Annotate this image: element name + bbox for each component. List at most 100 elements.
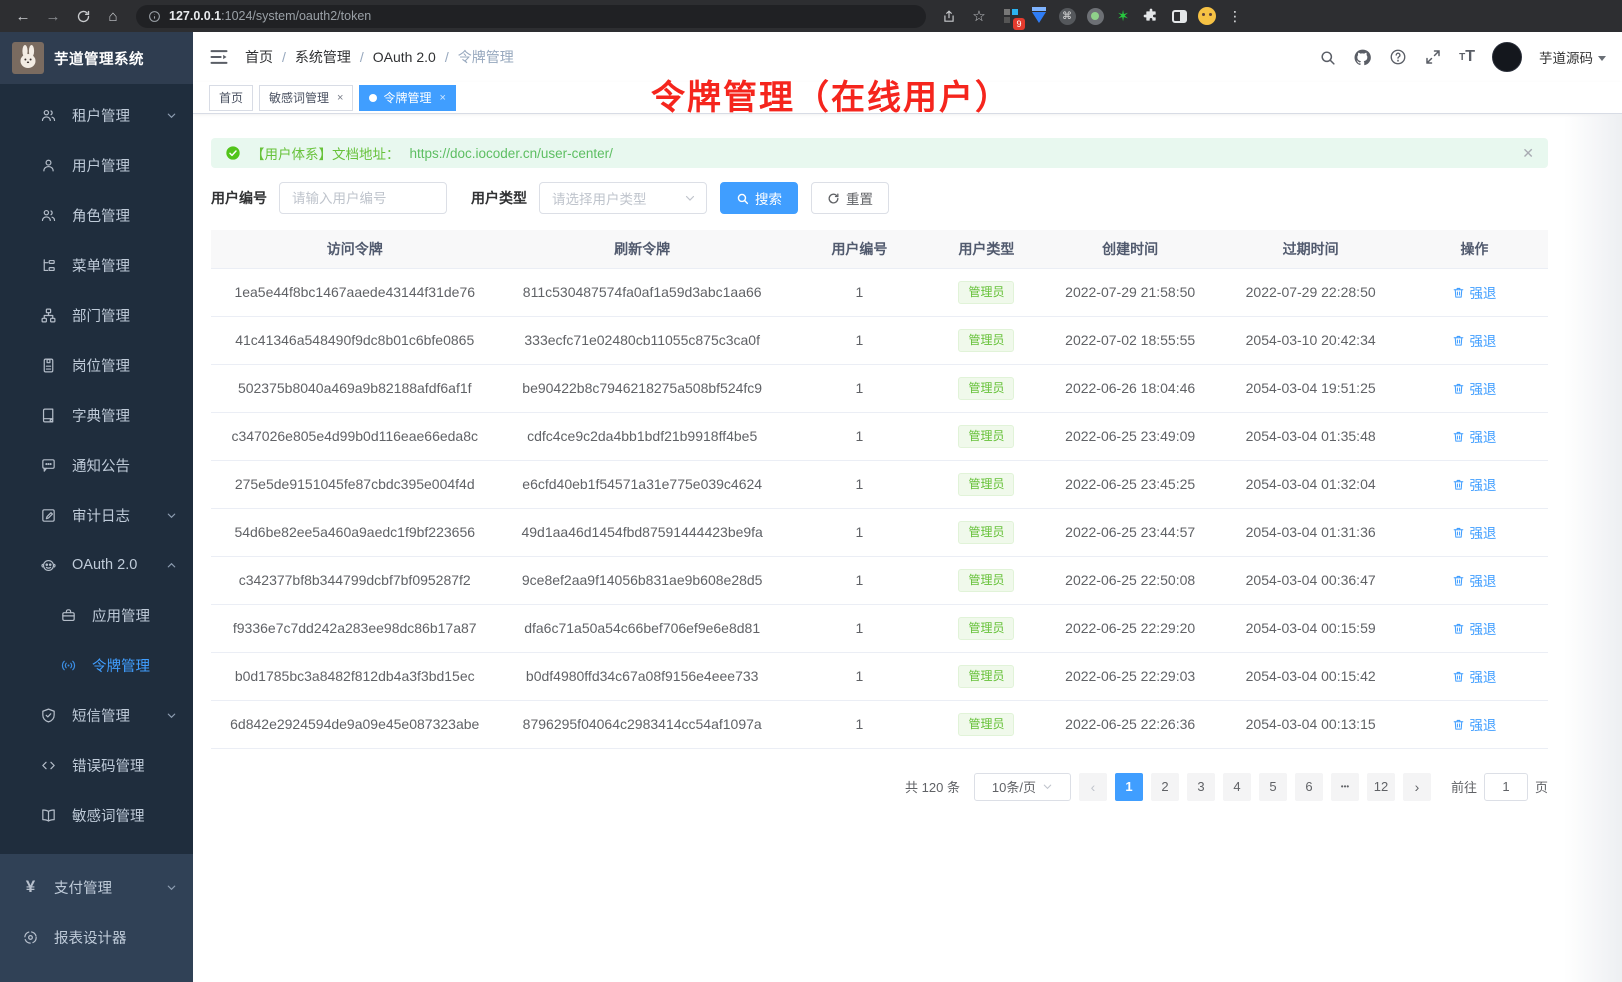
back-icon[interactable]: ← (10, 4, 36, 28)
user-type-tag: 管理员 (958, 329, 1014, 352)
user-type-cell: 管理员 (933, 700, 1040, 748)
trash-icon (1452, 478, 1465, 491)
avatar[interactable] (1492, 42, 1522, 72)
search-button[interactable]: 搜索 (720, 182, 798, 214)
profile-emoji-icon[interactable] (1198, 7, 1216, 25)
goto-page-input[interactable] (1484, 773, 1528, 801)
alert-doc-link[interactable]: https://doc.iocoder.cn/user-center/ (410, 146, 613, 161)
browser-menu-icon[interactable]: ⋮ (1226, 7, 1244, 25)
breadcrumb-separator: / (360, 49, 364, 65)
force-logout-button[interactable]: 强退 (1452, 570, 1496, 590)
page-button-2[interactable]: 2 (1151, 773, 1179, 801)
reset-button[interactable]: 重置 (811, 182, 889, 214)
force-logout-button[interactable]: 强退 (1452, 666, 1496, 686)
sidebar-item-yen-15[interactable]: ¥支付管理 (0, 862, 193, 912)
bookmark-star-icon[interactable]: ☆ (966, 4, 992, 28)
extension-star-icon[interactable]: ✶ (1114, 7, 1132, 25)
user-type-select[interactable]: 请选择用户类型 (539, 182, 707, 214)
fullscreen-icon[interactable] (1424, 48, 1442, 66)
user-type-tag: 管理员 (958, 713, 1014, 736)
tab-1[interactable]: 首页 (209, 85, 253, 111)
action-cell: 强退 (1401, 268, 1548, 316)
puzzle-extensions-icon[interactable] (1142, 7, 1160, 25)
home-icon[interactable]: ⌂ (100, 4, 126, 28)
share-icon[interactable] (936, 4, 962, 28)
sidebar-item-users-2[interactable]: 角色管理 (0, 190, 193, 240)
sidebar-item-tree-3[interactable]: 菜单管理 (0, 240, 193, 290)
side-panel-icon[interactable] (1170, 7, 1188, 25)
extension-record-icon[interactable] (1086, 7, 1104, 25)
page-button-12[interactable]: 12 (1367, 773, 1395, 801)
page-button-3[interactable]: 3 (1187, 773, 1215, 801)
force-logout-button[interactable]: 强退 (1452, 714, 1496, 734)
access-cell: c347026e805e4d99b0d116eae66eda8c (211, 412, 498, 460)
force-logout-button[interactable]: 强退 (1452, 282, 1496, 302)
sidebar-item-shield-12[interactable]: 短信管理 (0, 690, 193, 740)
force-logout-button[interactable]: 强退 (1452, 474, 1496, 494)
sidebar-item-open-book-14[interactable]: 敏感词管理 (0, 790, 193, 840)
extension-command-icon[interactable]: ⌘ (1058, 7, 1076, 25)
force-logout-button[interactable]: 强退 (1452, 426, 1496, 446)
force-logout-button[interactable]: 强退 (1452, 330, 1496, 350)
next-page-button[interactable]: › (1403, 773, 1431, 801)
sidebar-item-report-16[interactable]: 报表设计器 (0, 912, 193, 962)
sidebar-item-org-4[interactable]: 部门管理 (0, 290, 193, 340)
user-id-input[interactable] (279, 182, 447, 214)
help-icon[interactable] (1389, 48, 1407, 66)
sidebar-item-broadcast-11[interactable]: 令牌管理 (0, 640, 193, 690)
tab-2[interactable]: 敏感词管理× (259, 85, 353, 111)
sidebar-item-message-7[interactable]: 通知公告 (0, 440, 193, 490)
trash-icon (1452, 334, 1465, 347)
url-bar[interactable]: 127.0.0.1:1024/system/oauth2/token (136, 5, 926, 28)
action-cell: 强退 (1401, 412, 1548, 460)
search-icon (736, 192, 749, 205)
url-text: 127.0.0.1:1024/system/oauth2/token (169, 9, 371, 23)
more-pages-button[interactable]: ••• (1331, 773, 1359, 801)
force-logout-button[interactable]: 强退 (1452, 618, 1496, 638)
extension-gem-icon[interactable] (1030, 7, 1048, 25)
sidebar-item-book-6[interactable]: 字典管理 (0, 390, 193, 440)
page-button-1[interactable]: 1 (1115, 773, 1143, 801)
column-header: 用户类型 (933, 230, 1040, 268)
page-button-4[interactable]: 4 (1223, 773, 1251, 801)
sidebar-item-user-1[interactable]: 用户管理 (0, 140, 193, 190)
forward-icon[interactable]: → (40, 4, 66, 28)
user-type-tag: 管理员 (958, 473, 1014, 496)
navbar-actions: TT 芋道源码 (1319, 42, 1606, 72)
user-menu[interactable]: 芋道源码 (1539, 47, 1606, 67)
breadcrumb-item[interactable]: OAuth 2.0 (373, 49, 436, 65)
breadcrumb-item[interactable]: 首页 (245, 47, 273, 67)
sidebar-item-users-0[interactable]: 租户管理 (0, 90, 193, 140)
extension-grid-icon[interactable]: 9 (1002, 7, 1020, 25)
sidebar-item-robot-9[interactable]: OAuth 2.0 (0, 540, 193, 590)
breadcrumb-separator: / (282, 49, 286, 65)
expire-time-cell: 2054-03-04 19:51:25 (1220, 364, 1400, 412)
chevron-down-icon (1598, 56, 1606, 61)
breadcrumb-item[interactable]: 系统管理 (295, 47, 351, 67)
github-icon[interactable] (1353, 48, 1372, 67)
sidebar-item-badge-5[interactable]: 岗位管理 (0, 340, 193, 390)
font-size-icon[interactable]: TT (1459, 48, 1475, 66)
reload-icon[interactable] (70, 4, 96, 28)
sidebar-item-briefcase-10[interactable]: 应用管理 (0, 590, 193, 640)
close-icon[interactable]: × (439, 92, 445, 104)
sidebar-item-code-13[interactable]: 错误码管理 (0, 740, 193, 790)
tab-label: 令牌管理 (383, 89, 431, 106)
alert-close-icon[interactable]: ✕ (1522, 145, 1534, 162)
tab-3[interactable]: 令牌管理 × (359, 85, 455, 111)
create-time-cell: 2022-06-25 22:29:20 (1040, 604, 1220, 652)
logo-bar[interactable]: 芋道管理系统 (0, 32, 193, 84)
page-button-6[interactable]: 6 (1295, 773, 1323, 801)
force-logout-button[interactable]: 强退 (1452, 522, 1496, 542)
prev-page-button[interactable]: ‹ (1079, 773, 1107, 801)
page-button-5[interactable]: 5 (1259, 773, 1287, 801)
sidebar-item-log-8[interactable]: 审计日志 (0, 490, 193, 540)
sidebar-menu-group: 租户管理用户管理角色管理菜单管理部门管理岗位管理字典管理通知公告审计日志OAut… (0, 84, 193, 854)
search-icon[interactable] (1319, 49, 1336, 66)
close-icon[interactable]: × (337, 92, 343, 104)
sidebar-item-label: 用户管理 (72, 155, 130, 176)
page-size-select[interactable]: 10条/页 (974, 773, 1071, 801)
sidebar-collapse-icon[interactable] (209, 47, 229, 67)
force-logout-button[interactable]: 强退 (1452, 378, 1496, 398)
access-cell: 1ea5e44f8bc1467aaede43144f31de76 (211, 268, 498, 316)
